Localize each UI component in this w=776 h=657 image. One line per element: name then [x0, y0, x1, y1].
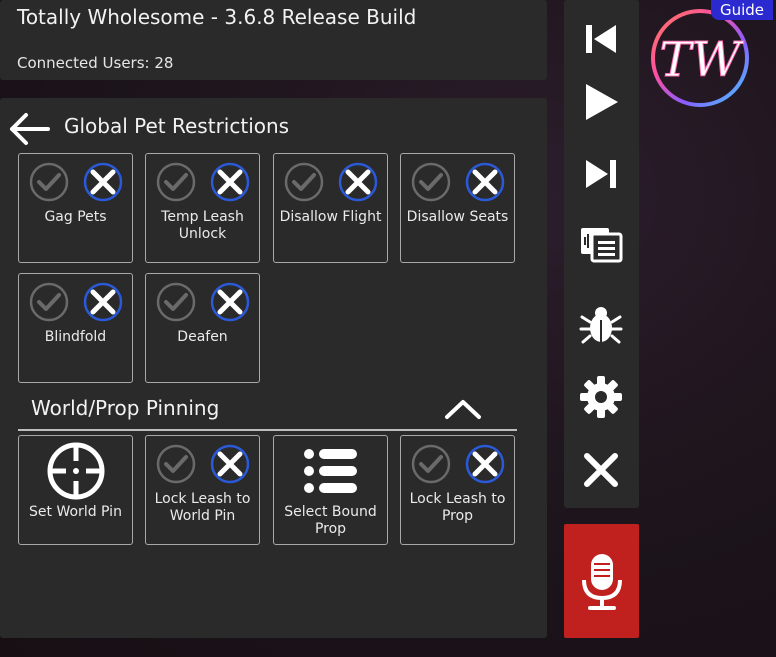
- check-icon[interactable]: [411, 162, 451, 202]
- check-icon[interactable]: [156, 282, 196, 322]
- x-icon[interactable]: [338, 162, 378, 202]
- pinning-title: World/Prop Pinning: [31, 396, 220, 420]
- x-icon[interactable]: [210, 162, 250, 202]
- x-icon[interactable]: [210, 282, 250, 322]
- tile-label: Disallow Seats: [406, 209, 509, 225]
- tile-label: Select Bound Prop: [284, 504, 377, 537]
- list-icon: [304, 449, 357, 493]
- tile-label: Blindfold: [44, 329, 107, 345]
- tile-label: Set World Pin: [29, 504, 122, 520]
- x-icon[interactable]: [465, 444, 505, 484]
- check-icon[interactable]: [156, 444, 196, 484]
- bug-icon[interactable]: [578, 302, 624, 348]
- microphone-icon: [582, 554, 622, 610]
- blindfold-toggle[interactable]: Blindfold: [18, 273, 133, 383]
- tile-label: Deafen: [177, 329, 228, 345]
- tile-label: Gag Pets: [44, 209, 107, 225]
- connected-users: Connected Users: 28: [17, 54, 174, 72]
- close-icon[interactable]: [578, 447, 624, 493]
- check-icon[interactable]: [29, 282, 69, 322]
- check-icon[interactable]: [284, 162, 324, 202]
- section-title: Global Pet Restrictions: [64, 114, 290, 138]
- x-icon[interactable]: [83, 282, 123, 322]
- chevron-up-icon[interactable]: [443, 396, 483, 422]
- play-icon[interactable]: [578, 79, 624, 125]
- select-bound-prop-button[interactable]: Select Bound Prop: [273, 435, 388, 545]
- check-icon[interactable]: [29, 162, 69, 202]
- set-world-pin-button[interactable]: Set World Pin: [18, 435, 133, 545]
- transcript-icon[interactable]: [578, 221, 624, 267]
- logo-text: TW: [659, 32, 744, 88]
- section-divider: [18, 429, 517, 431]
- tile-label: Lock Leash to Prop: [409, 491, 506, 524]
- back-arrow-icon[interactable]: [8, 112, 52, 146]
- x-icon[interactable]: [83, 162, 123, 202]
- x-icon[interactable]: [465, 162, 505, 202]
- app-title: Totally Wholesome - 3.6.8 Release Build: [17, 5, 417, 29]
- previous-track-icon[interactable]: [578, 16, 624, 62]
- sidebar: [564, 0, 639, 508]
- next-track-icon[interactable]: [578, 151, 624, 197]
- deafen-toggle[interactable]: Deafen: [145, 273, 260, 383]
- gag-pets-toggle[interactable]: Gag Pets: [18, 153, 133, 263]
- x-icon[interactable]: [210, 444, 250, 484]
- gear-icon[interactable]: [578, 374, 624, 420]
- tile-label: Lock Leash to World Pin: [154, 491, 251, 524]
- main-panel: Global Pet Restrictions Gag Pets Temp Lea…: [0, 98, 547, 638]
- header-panel: Totally Wholesome - 3.6.8 Release Build …: [0, 0, 547, 80]
- tile-label: Temp Leash Unlock: [161, 209, 244, 242]
- check-icon[interactable]: [156, 162, 196, 202]
- lock-leash-prop-toggle[interactable]: Lock Leash to Prop: [400, 435, 515, 545]
- crosshair-icon: [47, 442, 105, 500]
- tile-label: Disallow Flight: [279, 209, 382, 225]
- check-icon[interactable]: [411, 444, 451, 484]
- disallow-seats-toggle[interactable]: Disallow Seats: [400, 153, 515, 263]
- temp-leash-unlock-toggle[interactable]: Temp Leash Unlock: [145, 153, 260, 263]
- guide-button[interactable]: Guide: [711, 0, 773, 20]
- microphone-button[interactable]: [564, 524, 639, 638]
- app-logo: TW: [651, 9, 749, 107]
- lock-leash-world-pin-toggle[interactable]: Lock Leash to World Pin: [145, 435, 260, 545]
- disallow-flight-toggle[interactable]: Disallow Flight: [273, 153, 388, 263]
